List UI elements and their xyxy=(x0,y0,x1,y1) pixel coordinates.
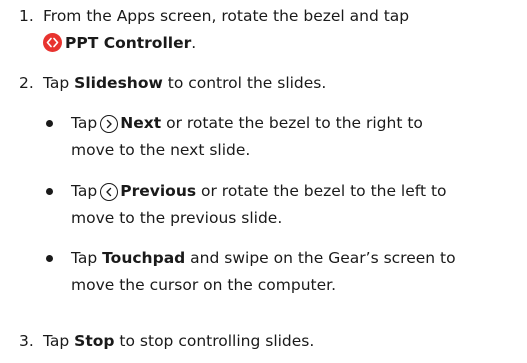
touchpad-label: Touchpad xyxy=(102,249,186,267)
step-1: 1. From the Apps screen, rotate the beze… xyxy=(0,5,527,55)
bullet-text: Tap Touchpad and swipe on the Gear’s scr… xyxy=(71,247,521,270)
bullet-text-post: and swipe on the Gear’s screen to xyxy=(185,249,456,267)
step-text-line2: PPT Controller. xyxy=(43,32,196,55)
bullet-text-line2: move the cursor on the computer. xyxy=(71,276,337,294)
bullet-text-line2: move to the previous slide. xyxy=(71,209,283,227)
ppt-controller-label: PPT Controller xyxy=(65,34,192,52)
chevron-right-circle-icon xyxy=(100,115,119,133)
step-3: 3. Tap Stop to stop controlling slides. xyxy=(0,330,527,354)
bullet-text: Tap Next or rotate the bezel to the righ… xyxy=(71,112,521,135)
next-label: Next xyxy=(120,114,162,132)
bullet-text-pre: Tap xyxy=(71,249,103,267)
ppt-controller-app-icon xyxy=(43,33,62,52)
bullet-item-touchpad: Tap Touchpad and swipe on the Gear’s scr… xyxy=(0,247,527,299)
bullet-item-previous: Tap Previous or rotate the bezel to the … xyxy=(0,180,527,232)
step-text-pre: Tap xyxy=(43,74,75,92)
bullet-dot xyxy=(46,120,53,127)
stop-label: Stop xyxy=(74,332,115,350)
bullet-dot xyxy=(46,188,53,195)
bullet-item-next: Tap Next or rotate the bezel to the righ… xyxy=(0,112,527,164)
bullet-text-pre: Tap xyxy=(71,114,98,132)
step-text-suffix: . xyxy=(191,34,197,52)
bullet-text-line2: move to the next slide. xyxy=(71,141,251,159)
step-text: Tap Slideshow to control the slides. xyxy=(43,72,326,95)
step-text-post: to control the slides. xyxy=(162,74,327,92)
bullet-text-post: or rotate the bezel to the right to xyxy=(161,114,423,132)
step-text-pre: Tap xyxy=(43,332,75,350)
previous-label: Previous xyxy=(120,182,197,200)
step-2: 2. Tap Slideshow to control the slides. xyxy=(0,72,527,96)
step-number: 2. xyxy=(19,74,34,92)
bullet-text-pre: Tap xyxy=(71,182,98,200)
slideshow-label: Slideshow xyxy=(74,74,163,92)
step-text: From the Apps screen, rotate the bezel a… xyxy=(43,7,410,25)
bullet-dot xyxy=(46,255,53,262)
chevron-left-circle-icon xyxy=(100,183,119,201)
step-number: 1. xyxy=(19,7,34,25)
bullet-text-post: or rotate the bezel to the left to xyxy=(196,182,447,200)
step-text: Tap Stop to stop controlling slides. xyxy=(43,330,314,353)
step-text-post: to stop controlling slides. xyxy=(114,332,315,350)
step-number: 3. xyxy=(19,332,34,350)
bullet-text: Tap Previous or rotate the bezel to the … xyxy=(71,180,521,203)
